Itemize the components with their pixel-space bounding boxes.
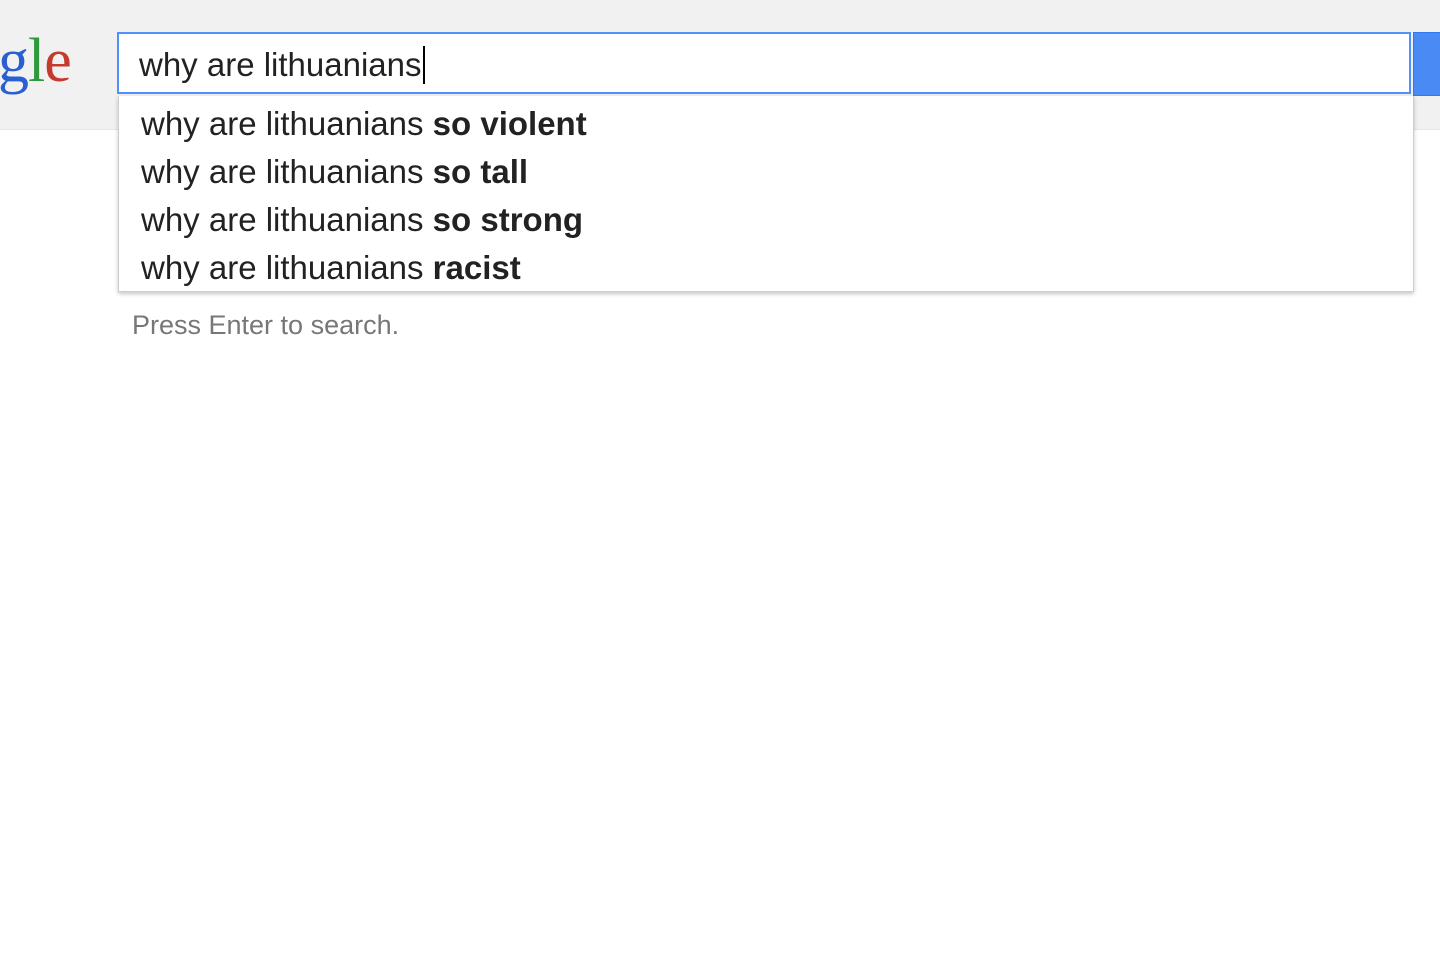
autocomplete-dropdown: why are lithuanians so violent why are l… <box>118 96 1414 292</box>
suggestion-item-so-strong[interactable]: why are lithuanians so strong <box>119 196 1413 244</box>
suggestion-completion: racist <box>432 249 521 286</box>
logo-letter-e: e <box>44 27 72 95</box>
suggestion-prefix: why are lithuanians <box>141 105 424 142</box>
press-enter-hint: Press Enter to search. <box>132 310 400 340</box>
search-button[interactable] <box>1413 32 1440 96</box>
logo-letter-l: l <box>28 27 45 95</box>
suggestion-completion: so strong <box>432 201 584 238</box>
suggestion-item-racist[interactable]: why are lithuanians racist <box>119 244 1413 292</box>
suggestion-item-so-violent[interactable]: why are lithuanians so violent <box>119 100 1413 148</box>
search-query-text: why are lithuanians <box>139 46 422 83</box>
search-input[interactable]: why are lithuanians <box>139 46 425 84</box>
google-logo[interactable]: gle <box>0 26 72 96</box>
suggestion-prefix: why are lithuanians <box>141 249 424 286</box>
logo-letter-g: g <box>0 27 29 95</box>
text-caret <box>422 46 425 84</box>
suggestion-prefix: why are lithuanians <box>141 201 424 238</box>
suggestion-completion: so violent <box>432 105 587 142</box>
suggestion-completion: so tall <box>432 153 529 190</box>
search-input-box[interactable]: why are lithuanians <box>117 32 1411 94</box>
suggestion-prefix: why are lithuanians <box>141 153 424 190</box>
suggestion-item-so-tall[interactable]: why are lithuanians so tall <box>119 148 1413 196</box>
